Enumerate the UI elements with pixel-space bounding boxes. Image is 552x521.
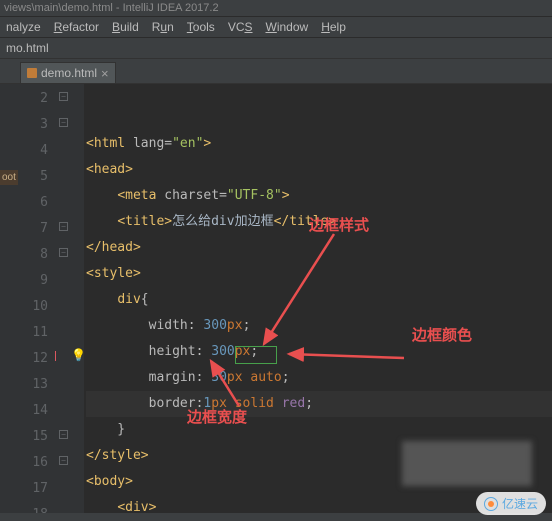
window-titlebar: views\main\demo.html - IntelliJ IDEA 201… — [0, 0, 552, 17]
tab-filename: demo.html — [41, 66, 97, 80]
breadcrumb-path[interactable]: mo.html — [6, 41, 49, 55]
line-number[interactable]: 14 — [18, 398, 48, 424]
line-number[interactable]: 6 — [18, 190, 48, 216]
code-line[interactable]: </head> — [86, 235, 552, 261]
editor-tabs: demo.html × — [0, 59, 552, 84]
line-number[interactable]: 8 — [18, 242, 48, 268]
code-line[interactable]: <head> — [86, 157, 552, 183]
line-number[interactable]: 15 — [18, 424, 48, 450]
line-number[interactable]: 10 — [18, 294, 48, 320]
line-number[interactable]: 4 — [18, 138, 48, 164]
code-line[interactable]: width: 300px; — [86, 313, 552, 339]
line-number[interactable]: 7 — [18, 216, 48, 242]
line-number[interactable]: 9 — [18, 268, 48, 294]
fold-icon[interactable]: − — [59, 222, 68, 231]
html-file-icon — [27, 68, 37, 78]
line-number[interactable]: 2 — [18, 86, 48, 112]
menu-help[interactable]: Help — [321, 20, 346, 34]
line-number[interactable]: 12 — [18, 346, 48, 372]
watermark-icon — [484, 497, 498, 511]
window-title: views\main\demo.html - IntelliJ IDEA 201… — [4, 2, 219, 14]
side-breadcrumb[interactable]: oot — [0, 170, 18, 185]
watermark-text: 亿速云 — [502, 495, 538, 512]
line-number[interactable]: 5 — [18, 164, 48, 190]
menu-build[interactable]: Build — [112, 20, 139, 34]
menu-window[interactable]: Window — [266, 20, 309, 34]
watermark-badge: 亿速云 — [476, 492, 546, 515]
close-tab-icon[interactable]: × — [101, 67, 109, 80]
fold-icon[interactable]: − — [59, 92, 68, 101]
breakpoint-column[interactable] — [0, 84, 8, 513]
fold-icon[interactable]: − — [59, 118, 68, 127]
menu-refactor[interactable]: Refactor — [54, 20, 99, 34]
code-line[interactable]: border:1px solid red; — [86, 391, 552, 417]
file-tab[interactable]: demo.html × — [20, 62, 116, 83]
line-number[interactable]: 3 — [18, 112, 48, 138]
code-line[interactable]: <title>怎么给div加边框</title> — [86, 209, 552, 235]
line-number[interactable]: 18 — [18, 502, 48, 513]
menu-analyze[interactable]: nalyze — [6, 20, 41, 34]
fold-icon[interactable]: − — [59, 456, 68, 465]
fold-column[interactable]: −−−−−−💡 — [56, 84, 84, 513]
blurred-region — [402, 441, 532, 486]
code-line[interactable]: } — [86, 417, 552, 443]
code-line[interactable]: <html lang="en"> — [86, 131, 552, 157]
code-line[interactable]: margin: 30px auto; — [86, 365, 552, 391]
line-number[interactable]: 11 — [18, 320, 48, 346]
fold-icon[interactable]: − — [59, 248, 68, 257]
line-number[interactable]: 17 — [18, 476, 48, 502]
code-line[interactable]: div{ — [86, 287, 552, 313]
line-gutter[interactable]: 2345678910111213141516171819 — [8, 84, 56, 513]
fold-icon[interactable]: − — [59, 430, 68, 439]
breadcrumb: mo.html — [0, 38, 552, 59]
code-line[interactable]: <meta charset="UTF-8"> — [86, 183, 552, 209]
line-number[interactable]: 13 — [18, 372, 48, 398]
code-line[interactable]: height: 300px; — [86, 339, 552, 365]
line-number[interactable]: 16 — [18, 450, 48, 476]
code-line[interactable]: <style> — [86, 261, 552, 287]
main-menu: nalyze Refactor Build Run Tools VCS Wind… — [0, 17, 552, 38]
menu-run[interactable]: Run — [152, 20, 174, 34]
menu-vcs[interactable]: VCS — [228, 20, 253, 34]
menu-tools[interactable]: Tools — [187, 20, 215, 34]
